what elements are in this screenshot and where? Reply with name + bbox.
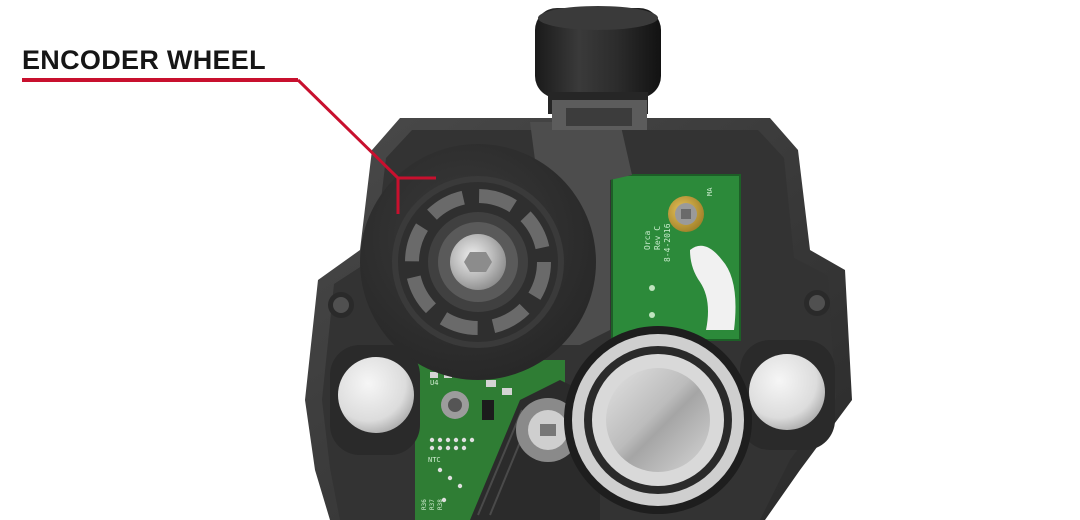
device-cutaway-illustration: Orca Rev C 8-4-2016 MA U4 NTC R36 R37 R3… xyxy=(22,6,852,520)
pcb-text-name: Orca xyxy=(643,231,652,250)
right-pcb: Orca Rev C 8-4-2016 MA xyxy=(611,174,741,341)
pcb-label-r37: R37 xyxy=(429,499,436,510)
pcb-text-date: 8-4-2016 xyxy=(663,223,672,262)
left-ball-bearing xyxy=(330,345,420,455)
pcb-text-rev: Rev C xyxy=(653,226,662,250)
pcb-label-u4: U4 xyxy=(430,379,438,387)
pcb-label-ntc: NTC xyxy=(428,456,441,464)
pcb-text-ref: MA xyxy=(706,187,714,196)
push-button-knob xyxy=(564,326,752,514)
pcb-label-r36: R36 xyxy=(421,499,428,510)
top-knob xyxy=(535,6,661,114)
pcb-label-r38: R38 xyxy=(437,499,444,510)
right-ball-bearing xyxy=(740,340,835,450)
product-photo: Orca Rev C 8-4-2016 MA U4 NTC R36 R37 R3… xyxy=(0,0,1080,520)
callout-label: ENCODER WHEEL xyxy=(22,45,266,75)
encoder-wheel xyxy=(360,144,596,380)
